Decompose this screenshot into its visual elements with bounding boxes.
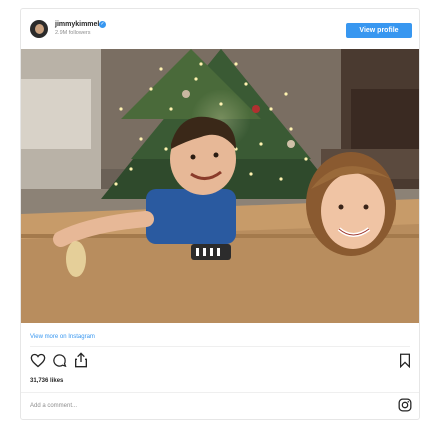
comment-icon[interactable] bbox=[52, 353, 67, 368]
verified-badge-icon: ✓ bbox=[99, 21, 106, 28]
divider bbox=[30, 346, 410, 347]
avatar[interactable] bbox=[30, 20, 48, 38]
heart-icon[interactable] bbox=[30, 353, 46, 368]
post-photo[interactable] bbox=[21, 49, 419, 323]
share-icon[interactable] bbox=[74, 352, 88, 368]
comment-input[interactable]: Add a comment... bbox=[30, 403, 77, 409]
post-actions bbox=[21, 350, 419, 372]
instagram-embed: jimmykimmel ✓ 2.9M followers View profil… bbox=[20, 8, 420, 420]
username[interactable]: jimmykimmel bbox=[55, 21, 99, 28]
bookmark-icon[interactable] bbox=[399, 353, 411, 368]
post-header: jimmykimmel ✓ 2.9M followers View profil… bbox=[21, 9, 419, 49]
follower-count: 2.9M followers bbox=[55, 30, 91, 36]
view-profile-button[interactable]: View profile bbox=[346, 23, 412, 38]
instagram-icon[interactable] bbox=[398, 398, 412, 412]
divider bbox=[21, 392, 419, 393]
view-more-link[interactable]: View more on Instagram bbox=[30, 334, 95, 340]
like-count: 31,736 likes bbox=[30, 378, 64, 384]
